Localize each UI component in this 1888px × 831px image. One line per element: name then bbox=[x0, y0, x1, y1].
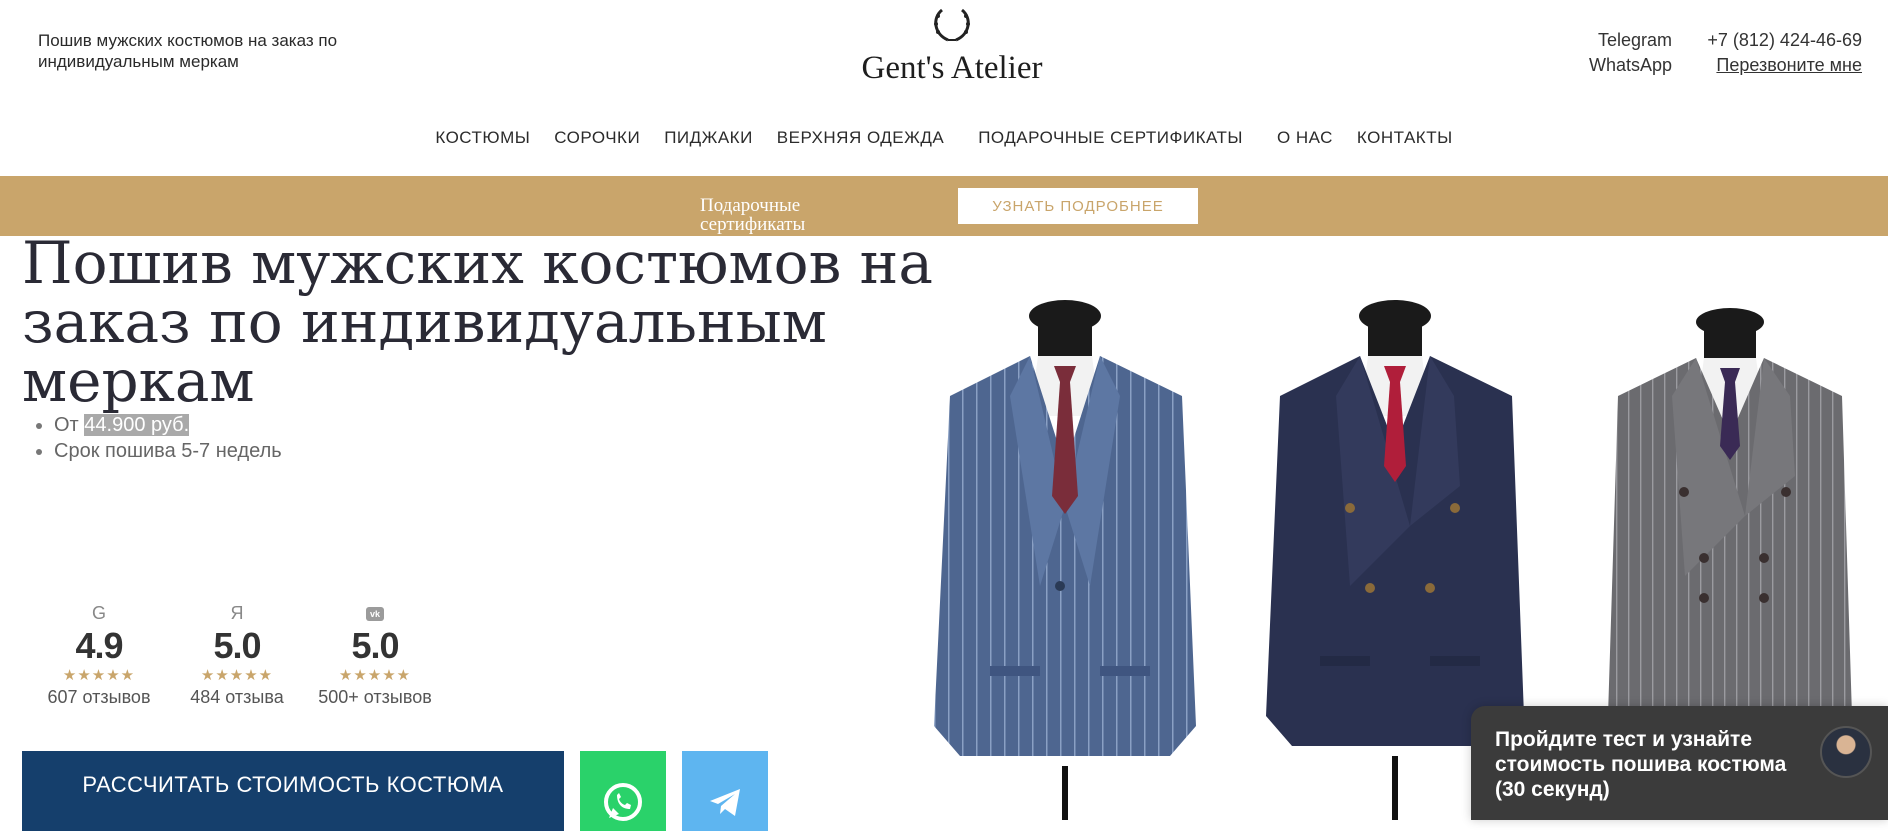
learn-more-button[interactable]: УЗНАТЬ ПОДРОБНЕЕ bbox=[958, 188, 1198, 224]
suit-blue-pinstripe bbox=[934, 300, 1196, 820]
site-logo[interactable]: Gent's Atelier bbox=[855, 4, 1049, 87]
rating-score: 5.0 bbox=[213, 625, 261, 666]
telegram-icon bbox=[710, 789, 740, 816]
rating-yandex[interactable]: Я 5.0 ★★★★★ 484 отзыва bbox=[168, 602, 306, 710]
page-title: Пошив мужских костюмов на заказ по индив… bbox=[22, 229, 933, 415]
review-count: 484 отзыва bbox=[190, 687, 284, 707]
contact-block: +7 (812) 424-46-69 Перезвоните мне bbox=[1707, 28, 1862, 78]
nav-jackets[interactable]: ПИДЖАКИ bbox=[664, 128, 753, 148]
nav-outerwear[interactable]: ВЕРХНЯЯ ОДЕЖДА bbox=[777, 128, 944, 148]
rating-score: 5.0 bbox=[351, 625, 399, 666]
term-bullet: Срок пошива 5-7 недель bbox=[54, 438, 282, 464]
promo-banner: Подарочные сертификаты УЗНАТЬ ПОДРОБНЕЕ bbox=[0, 176, 1888, 236]
nav-about[interactable]: О НАС bbox=[1277, 128, 1333, 148]
price-prefix: От bbox=[54, 414, 85, 436]
logo-text: Gent's Atelier bbox=[861, 50, 1043, 86]
messenger-links: Telegram WhatsApp bbox=[1589, 28, 1672, 78]
quiz-text: Пройдите тест и узнайте стоимость пошива… bbox=[1495, 728, 1787, 801]
rating-score: 4.9 bbox=[75, 625, 123, 666]
google-icon: G bbox=[91, 603, 106, 623]
whatsapp-button[interactable] bbox=[580, 751, 666, 831]
main-nav: КОСТЮМЫ СОРОЧКИ ПИДЖАКИ ВЕРХНЯЯ ОДЕЖДА П… bbox=[0, 128, 1888, 148]
ratings-row: G 4.9 ★★★★★ 607 отзывов Я 5.0 ★★★★★ 484 … bbox=[30, 602, 444, 710]
nav-shirts[interactable]: СОРОЧКИ bbox=[554, 128, 640, 148]
whatsapp-icon bbox=[604, 783, 642, 821]
telegram-link[interactable]: Telegram bbox=[1589, 28, 1672, 53]
price-bullet: От 44.900 руб. bbox=[54, 412, 282, 438]
review-count: 607 отзывов bbox=[47, 687, 151, 707]
hero-bullets: От 44.900 руб. Срок пошива 5-7 недель bbox=[30, 412, 282, 464]
phone-number[interactable]: +7 (812) 424-46-69 bbox=[1707, 28, 1862, 53]
telegram-button[interactable] bbox=[682, 751, 768, 831]
whatsapp-link[interactable]: WhatsApp bbox=[1589, 53, 1672, 78]
vk-icon-wrap: vk bbox=[306, 602, 444, 624]
callback-link[interactable]: Перезвоните мне bbox=[1707, 53, 1862, 78]
price-value: 44.900 руб. bbox=[84, 414, 190, 436]
stars-icon: ★★★★★ bbox=[338, 667, 412, 684]
review-count: 500+ отзывов bbox=[318, 687, 432, 707]
calculate-cost-button[interactable]: РАССЧИТАТЬ СТОИМОСТЬ КОСТЮМА bbox=[22, 751, 564, 831]
quiz-popup[interactable]: Пройдите тест и узнайте стоимость пошива… bbox=[1471, 706, 1888, 820]
rating-google[interactable]: G 4.9 ★★★★★ 607 отзывов bbox=[30, 602, 168, 710]
nav-suits[interactable]: КОСТЮМЫ bbox=[435, 128, 530, 148]
yandex-icon: Я bbox=[230, 603, 244, 623]
vk-icon: vk bbox=[366, 607, 384, 622]
stars-icon: ★★★★★ bbox=[200, 667, 274, 684]
laurel-wreath-icon bbox=[934, 8, 970, 42]
header-tagline: Пошив мужских костюмов на заказ по индив… bbox=[38, 31, 338, 71]
nav-gift-certificates[interactable]: ПОДАРОЧНЫЕ СЕРТИФИКАТЫ bbox=[978, 128, 1243, 148]
consultant-avatar bbox=[1820, 726, 1872, 778]
nav-contacts[interactable]: КОНТАКТЫ bbox=[1357, 128, 1453, 148]
stars-icon: ★★★★★ bbox=[62, 667, 136, 684]
rating-vk[interactable]: vk 5.0 ★★★★★ 500+ отзывов bbox=[306, 602, 444, 710]
